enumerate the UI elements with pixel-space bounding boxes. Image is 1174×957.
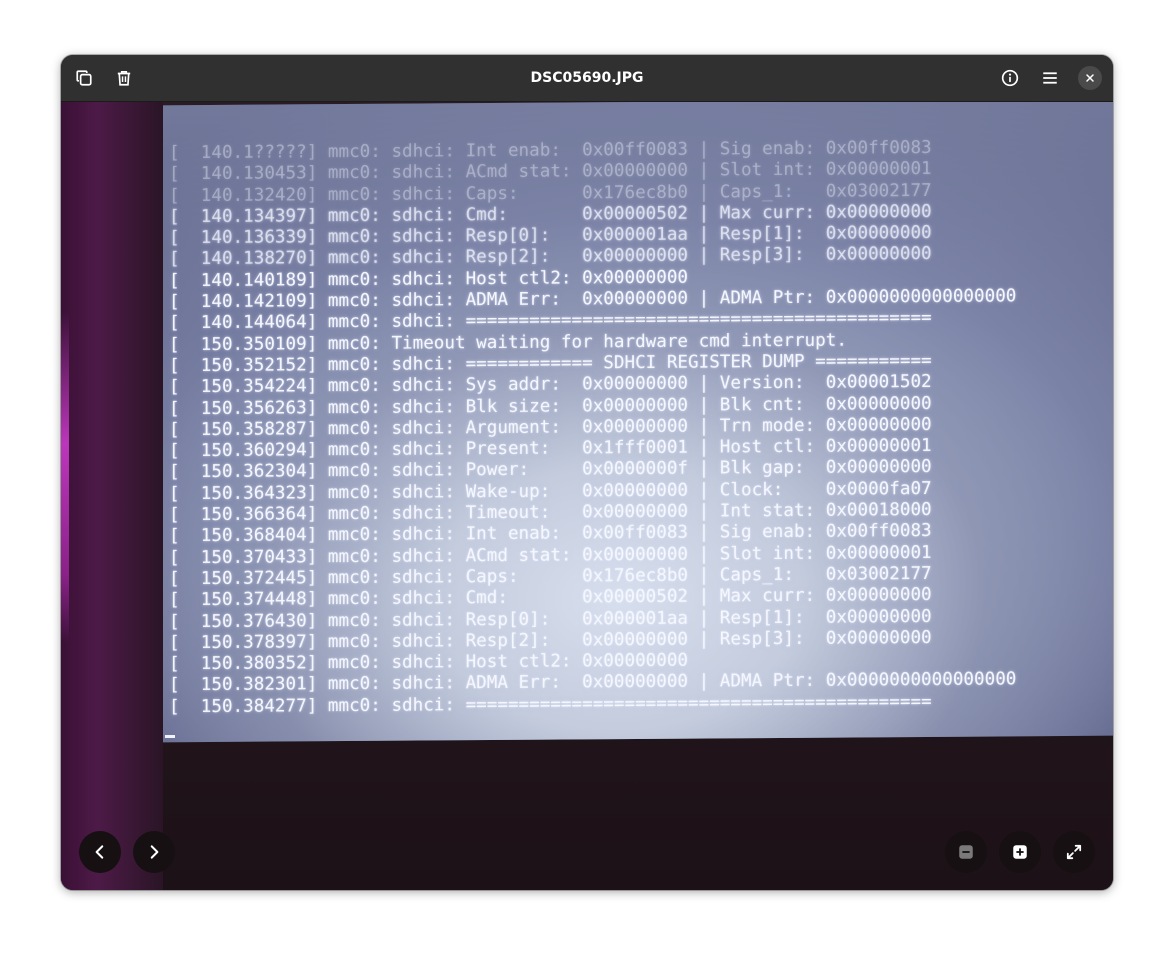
hamburger-menu-icon [1043,72,1057,84]
zoom-out-button[interactable] [945,831,987,873]
info-button[interactable] [994,62,1026,94]
image-viewer-window: DSC05690.JPG [140.1?????] mmc0: sdhci: … [61,55,1113,890]
delete-button[interactable] [108,62,140,94]
close-icon [1086,74,1094,82]
info-icon [1001,69,1019,87]
copy-icon [76,70,92,86]
console-output: [ 140.1?????] mmc0: sdhci: Int enab: 0x0… [169,137,1113,719]
previous-image-button[interactable] [79,831,121,873]
main-menu-button[interactable] [1034,62,1066,94]
trash-icon [117,70,131,86]
chevron-left-icon [95,845,104,859]
image-canvas[interactable]: [ 140.1?????] mmc0: sdhci: Int enab: 0x0… [61,102,1113,890]
headerbar: DSC05690.JPG [61,55,1113,102]
window-title: DSC05690.JPG [530,70,644,86]
close-button[interactable] [1078,66,1102,90]
fullscreen-button[interactable] [1053,831,1095,873]
zoom-in-icon [1013,845,1027,859]
chevron-right-icon [150,845,159,859]
photo-monitor-screen: [ 140.1?????] mmc0: sdhci: Int enab: 0x0… [163,102,1113,743]
fullscreen-icon [1066,844,1082,860]
copy-button[interactable] [68,62,100,94]
next-image-button[interactable] [133,831,175,873]
console-cursor [165,734,175,739]
zoom-out-icon [959,845,973,859]
zoom-in-button[interactable] [999,831,1041,873]
photo-background-left [61,102,163,890]
